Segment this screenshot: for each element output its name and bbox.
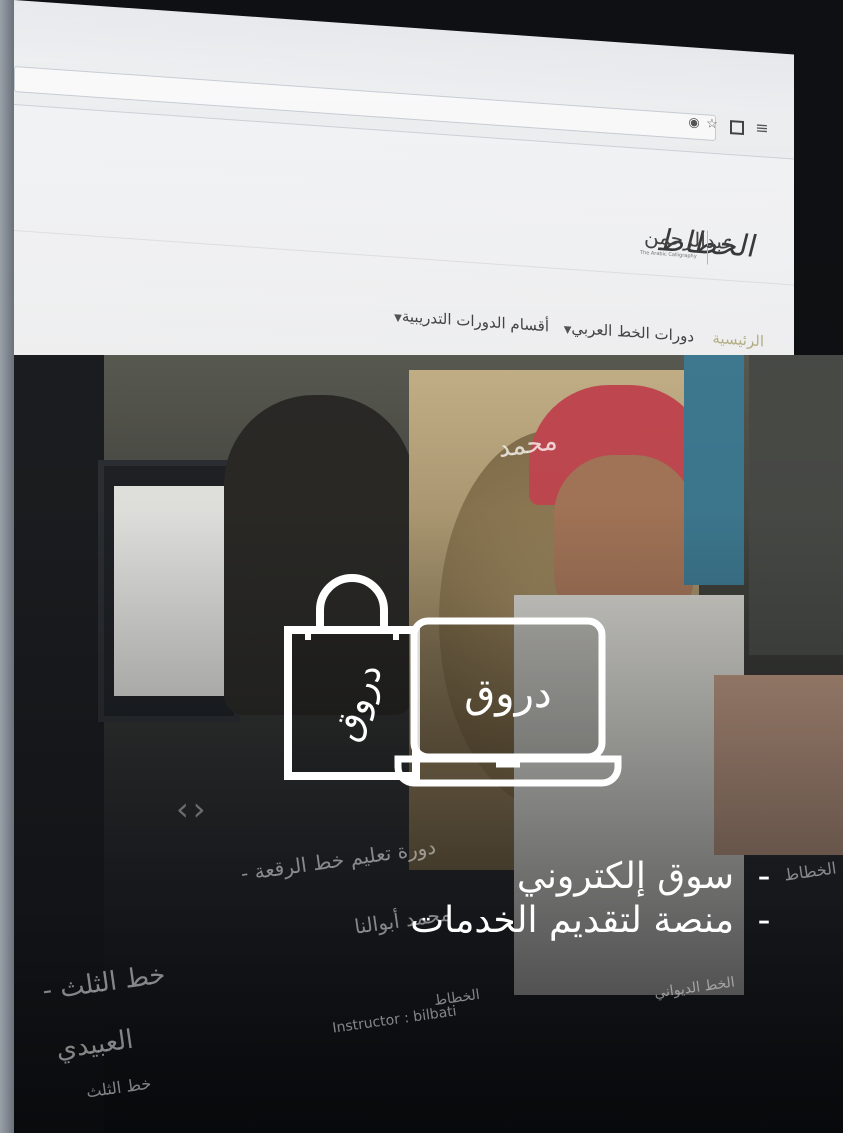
- laptop-icon: دروق: [394, 617, 622, 787]
- hamburger-icon[interactable]: ≡: [754, 118, 770, 138]
- calligraphy-sheet: [114, 486, 224, 696]
- monitor-edge: [0, 0, 14, 1133]
- browser-toolbar: ◉ ☆ ≡: [14, 56, 794, 160]
- star-icon[interactable]: ☆: [704, 116, 720, 133]
- tablet-screen: [98, 460, 240, 722]
- sub-logo: عبدالرحمن The Arabic Calligraphy: [638, 220, 734, 264]
- browser-window: ◉ ☆ ≡ الخطاط عبدالرحمن The Arabic Callig…: [14, 0, 794, 415]
- laptop-calligraphy: دروق: [464, 671, 551, 717]
- sub-logo-caption: The Arabic Calligraphy: [640, 249, 697, 260]
- headline-bullet: -سوق إلكتروني: [516, 856, 771, 897]
- photo-frame: ◉ ☆ ≡ الخطاط عبدالرحمن The Arabic Callig…: [0, 0, 843, 1133]
- sub-logo-text: عبدالرحمن: [644, 224, 735, 255]
- monitor-screen: ◉ ☆ ≡ الخطاط عبدالرحمن The Arabic Callig…: [14, 0, 843, 1133]
- extension-icon[interactable]: [730, 120, 744, 136]
- headline-bullet: -منصة لتقديم الخدمات: [410, 900, 771, 941]
- page-info-icon[interactable]: ◉: [686, 115, 702, 132]
- site-header: الخطاط عبدالرحمن The Arabic Calligraphy: [14, 160, 794, 286]
- nav-item-sections[interactable]: أقسام الدورات التدريبية▼: [390, 306, 549, 335]
- nav-item-home[interactable]: الرئيسية: [712, 329, 764, 351]
- headline-list: -سوق إلكتروني -منصة لتقديم الخدمات: [274, 855, 794, 943]
- chevron-down-icon: ▼: [394, 312, 402, 325]
- address-bar[interactable]: [14, 66, 716, 142]
- left-panel: [14, 355, 104, 1133]
- arrow-right-icon[interactable]: ›: [193, 790, 210, 828]
- hand: [714, 675, 843, 855]
- right-wall: [749, 355, 843, 655]
- blue-wall: [684, 355, 744, 585]
- slider-arrows[interactable]: ‹›: [176, 790, 210, 828]
- arrow-left-icon[interactable]: ‹: [176, 790, 193, 828]
- nav-item-courses[interactable]: دورات الخط العربي▼: [560, 318, 694, 346]
